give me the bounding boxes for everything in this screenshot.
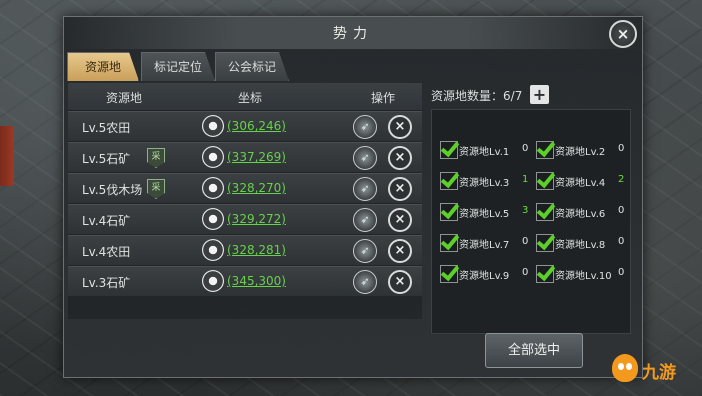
- level-filter-item[interactable]: 资源地Lv.8 0: [536, 233, 632, 255]
- level-label: 资源地Lv.1: [459, 147, 510, 158]
- level-filter-item[interactable]: 资源地Lv.7 0: [440, 233, 536, 255]
- remove-icon[interactable]: ×: [388, 270, 412, 294]
- level-label: 资源地Lv.9: [459, 271, 510, 282]
- level-label: 资源地Lv.6: [555, 209, 606, 220]
- checkbox-checked-icon[interactable]: [440, 234, 458, 252]
- checkbox-checked-icon[interactable]: [440, 265, 458, 283]
- level-count: 1: [522, 174, 529, 185]
- resource-count-value: 6/7: [503, 89, 523, 103]
- coordinate-link[interactable]: (329,272): [227, 212, 286, 226]
- dialog-title: 势力: [333, 26, 373, 42]
- level-filter-item[interactable]: 资源地Lv.10 0: [536, 264, 632, 286]
- checkbox-checked-icon[interactable]: [536, 203, 554, 221]
- resource-name: Lv.5农田: [82, 121, 131, 135]
- level-filter-item[interactable]: 资源地Lv.4 2: [536, 171, 632, 193]
- remove-icon[interactable]: ×: [388, 146, 412, 170]
- level-filter-panel: 资源地Lv.1 0 资源地Lv.2 0 资源地Lv.3 1 资源地Lv.4 2 资源地Lv.5 3…: [431, 109, 631, 334]
- checkbox-checked-icon[interactable]: [440, 203, 458, 221]
- table-row: Lv.5伐木场采 (328,270) ➶ ×: [68, 173, 422, 204]
- resource-name: Lv.5伐木场: [82, 183, 143, 197]
- scout-icon[interactable]: ➶: [353, 177, 377, 201]
- checkbox-checked-icon[interactable]: [536, 172, 554, 190]
- level-count: 2: [618, 174, 625, 185]
- level-label: 资源地Lv.3: [459, 178, 510, 189]
- table-row: Lv.4农田 (328,281) ➶ ×: [68, 235, 422, 266]
- coordinate-link[interactable]: (345,300): [227, 274, 286, 288]
- remove-icon[interactable]: ×: [388, 208, 412, 232]
- level-filter-item[interactable]: 资源地Lv.3 1: [440, 171, 536, 193]
- close-icon[interactable]: ×: [609, 20, 637, 48]
- coordinate-link[interactable]: (306,246): [227, 119, 286, 133]
- resource-count-label: 资源地数量：6/7: [431, 87, 522, 104]
- tab-guild-mark[interactable]: 公会标记: [215, 52, 289, 81]
- map-side-tab: [0, 126, 14, 186]
- location-pin-icon[interactable]: [202, 115, 224, 137]
- checkbox-checked-icon[interactable]: [536, 141, 554, 159]
- checkbox-checked-icon[interactable]: [536, 265, 554, 283]
- tab-mark-location[interactable]: 标记定位: [141, 52, 215, 81]
- add-resource-slot-button[interactable]: +: [530, 85, 549, 104]
- resource-name: Lv.5石矿: [82, 152, 131, 166]
- level-label: 资源地Lv.4: [555, 178, 606, 189]
- gathering-badge-icon: 采: [147, 179, 165, 199]
- table-header: 资源地 坐标 操作: [68, 83, 422, 110]
- location-pin-icon[interactable]: [202, 146, 224, 168]
- watermark-logo-icon: [612, 354, 638, 382]
- level-label: 资源地Lv.10: [555, 271, 612, 282]
- scout-icon[interactable]: ➶: [353, 146, 377, 170]
- header-coord: 坐标: [238, 91, 263, 105]
- coordinate-link[interactable]: (328,270): [227, 181, 286, 195]
- level-count: 0: [618, 205, 625, 216]
- checkbox-checked-icon[interactable]: [440, 172, 458, 190]
- resource-list: 资源地 坐标 操作 Lv.5农田 (306,246) ➶ × Lv.5石矿采 (337,2…: [68, 83, 422, 319]
- level-count: 0: [618, 236, 625, 247]
- remove-icon[interactable]: ×: [388, 115, 412, 139]
- level-count: 0: [522, 267, 529, 278]
- table-row: Lv.5农田 (306,246) ➶ ×: [68, 111, 422, 142]
- checkbox-checked-icon[interactable]: [440, 141, 458, 159]
- level-count: 0: [618, 267, 625, 278]
- resource-name: Lv.3石矿: [82, 276, 131, 290]
- coordinate-link[interactable]: (328,281): [227, 243, 286, 257]
- watermark-text: 九游: [642, 363, 676, 383]
- resource-count-text: 资源地数量：: [431, 89, 504, 103]
- scout-icon[interactable]: ➶: [353, 115, 377, 139]
- level-filter-item[interactable]: 资源地Lv.6 0: [536, 202, 632, 224]
- scout-icon[interactable]: ➶: [353, 239, 377, 263]
- location-pin-icon[interactable]: [202, 177, 224, 199]
- tab-resource-land[interactable]: 资源地: [67, 52, 139, 81]
- scout-icon[interactable]: ➶: [353, 270, 377, 294]
- level-label: 资源地Lv.2: [555, 147, 606, 158]
- remove-icon[interactable]: ×: [388, 239, 412, 263]
- header-name: 资源地: [106, 91, 143, 105]
- location-pin-icon[interactable]: [202, 208, 224, 230]
- level-count: 0: [522, 236, 529, 247]
- level-filter-item[interactable]: 资源地Lv.1 0: [440, 140, 536, 162]
- resource-name: Lv.4农田: [82, 245, 131, 259]
- scout-icon[interactable]: ➶: [353, 208, 377, 232]
- level-count: 0: [522, 143, 529, 154]
- table-row: Lv.5石矿 采 (337,269) ➶ ×: [68, 142, 422, 173]
- remove-icon[interactable]: ×: [388, 177, 412, 201]
- table-row: Lv.4石矿 (329,272) ➶ ×: [68, 204, 422, 235]
- checkbox-checked-icon[interactable]: [536, 234, 554, 252]
- influence-dialog: 势力 × 资源地 标记定位 公会标记 资源地 坐标 操作 Lv.5农田 (306,…: [63, 16, 643, 378]
- level-label: 资源地Lv.7: [459, 240, 510, 251]
- level-filter-item[interactable]: 资源地Lv.5 3: [440, 202, 536, 224]
- resource-name: Lv.4石矿: [82, 214, 131, 228]
- coordinate-link[interactable]: (337,269): [227, 150, 286, 164]
- location-pin-icon[interactable]: [202, 270, 224, 292]
- header-operation: 操作: [371, 91, 396, 105]
- table-row: Lv.3石矿 (345,300) ➶ ×: [68, 266, 422, 297]
- level-filter-item[interactable]: 资源地Lv.9 0: [440, 264, 536, 286]
- select-all-button[interactable]: 全部选中: [485, 333, 583, 368]
- watermark: 九游: [612, 352, 698, 386]
- level-count: 3: [522, 205, 529, 216]
- level-count: 0: [618, 143, 625, 154]
- location-pin-icon[interactable]: [202, 239, 224, 261]
- level-filter-item[interactable]: 资源地Lv.2 0: [536, 140, 632, 162]
- gathering-badge-icon: 采: [147, 148, 165, 168]
- level-label: 资源地Lv.5: [459, 209, 510, 220]
- level-label: 资源地Lv.8: [555, 240, 606, 251]
